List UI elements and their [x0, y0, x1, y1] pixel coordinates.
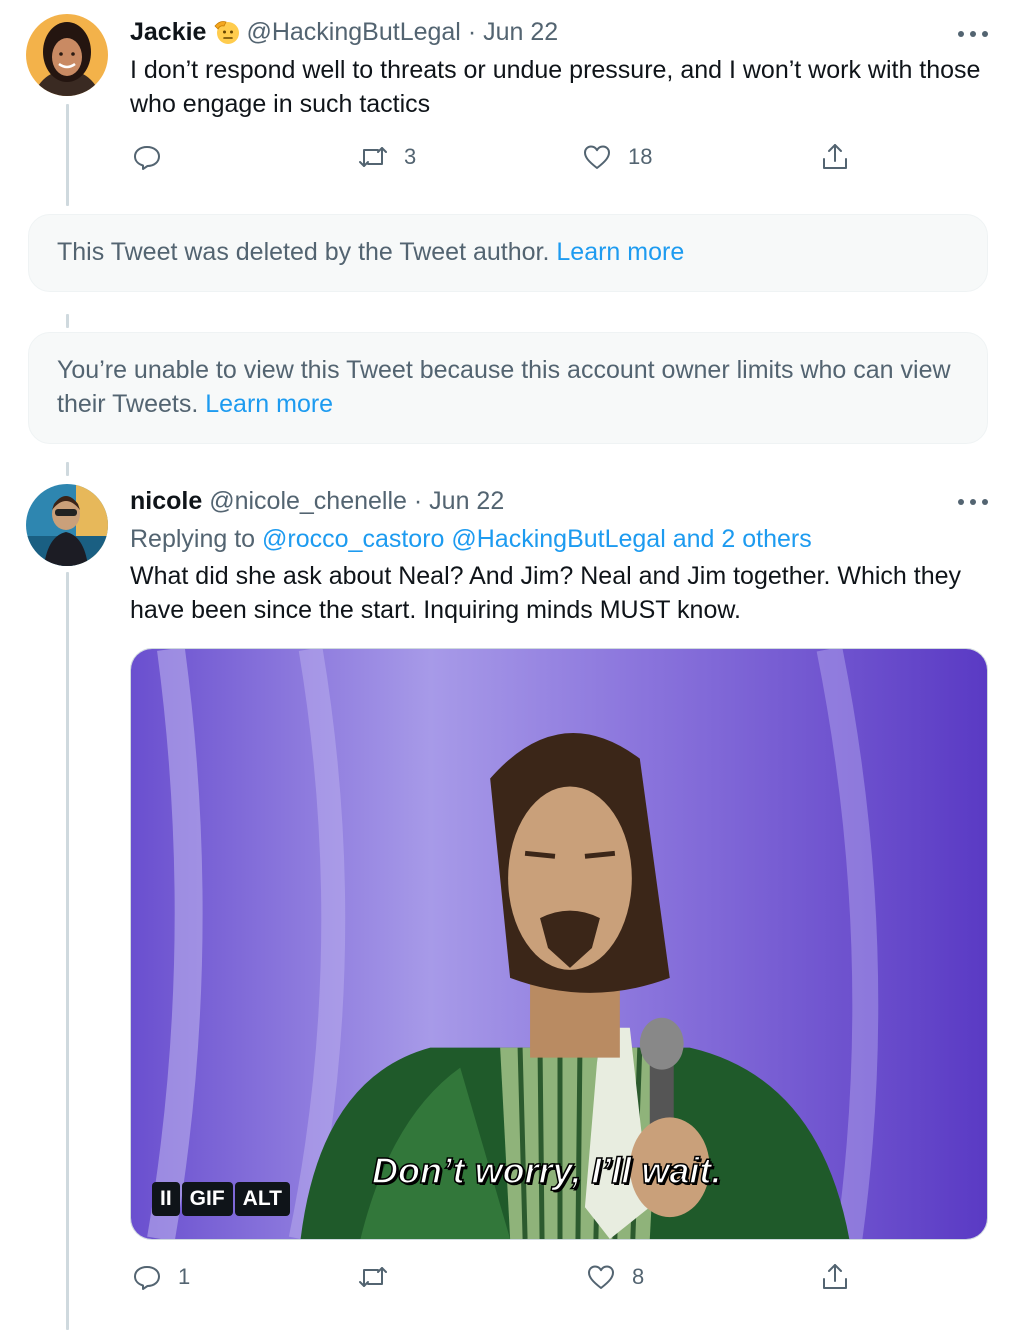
thread-line — [66, 572, 69, 1330]
thread-line — [66, 462, 69, 476]
tweet-header: Jackie @HackingButLegal · Jun 22 — [130, 16, 558, 47]
retweet-icon — [359, 1267, 387, 1287]
deleted-tweet-notice: This Tweet was deleted by the Tweet auth… — [28, 214, 988, 292]
tweet-header: nicole @nicole_chenelle · Jun 22 — [130, 486, 504, 516]
retweet-button[interactable] — [358, 1262, 404, 1292]
display-name[interactable]: nicole — [130, 487, 202, 515]
tweet-date[interactable]: Jun 22 — [483, 18, 558, 46]
reply-count: 1 — [178, 1264, 191, 1289]
heart-icon — [588, 1265, 614, 1289]
replying-to: Replying to @rocco_castoro @HackingButLe… — [130, 524, 812, 554]
like-count: 18 — [628, 144, 653, 169]
retweet-button[interactable]: 3 — [358, 142, 416, 172]
more-options-button[interactable] — [958, 490, 988, 514]
replying-to-label: Replying to — [130, 525, 256, 553]
retweet-count: 3 — [404, 144, 417, 169]
saluting-face-icon — [214, 21, 240, 44]
user-handle[interactable]: @nicole_chenelle — [209, 487, 407, 515]
tweet-text: I don’t respond well to threats or undue… — [130, 56, 981, 118]
user-handle[interactable]: @HackingButLegal — [246, 18, 460, 46]
like-button[interactable]: 18 — [582, 142, 652, 172]
learn-more-link[interactable]: Learn more — [205, 390, 333, 418]
notice-text: This Tweet was deleted by the Tweet auth… — [57, 238, 550, 266]
thread-line — [66, 314, 69, 328]
avatar[interactable] — [26, 14, 108, 96]
gif-controls: II GIF ALT — [152, 1182, 290, 1216]
pause-button[interactable]: II — [152, 1182, 180, 1216]
reply-icon — [134, 146, 160, 170]
tweet-text: What did she ask about Neal? And Jim? Ne… — [130, 562, 962, 624]
like-count: 8 — [632, 1264, 645, 1289]
reply-button[interactable]: 1 — [132, 1262, 190, 1292]
avatar[interactable] — [26, 484, 108, 566]
separator-dot: · — [467, 18, 477, 46]
replying-to-mentions[interactable]: @rocco_castoro @HackingButLegal and 2 ot… — [262, 525, 812, 553]
retweet-icon — [359, 147, 387, 167]
share-icon — [823, 1264, 847, 1289]
thread-line — [66, 104, 69, 206]
gif-badge: GIF — [181, 1182, 233, 1216]
reply-button[interactable] — [132, 142, 178, 172]
learn-more-link[interactable]: Learn more — [556, 238, 684, 266]
more-options-button[interactable] — [958, 22, 988, 46]
gif-caption: Don’t worry, I’ll wait. — [371, 1149, 722, 1192]
separator-dot: · — [413, 487, 423, 515]
reply-icon — [134, 1266, 160, 1290]
tweet-date[interactable]: Jun 22 — [429, 487, 504, 515]
share-button[interactable] — [820, 1262, 850, 1292]
display-name[interactable]: Jackie — [130, 18, 206, 46]
alt-text-button[interactable]: ALT — [234, 1182, 290, 1216]
notice-text: You’re unable to view this Tweet because… — [57, 356, 951, 418]
like-button[interactable]: 8 — [586, 1262, 644, 1292]
protected-tweet-notice: You’re unable to view this Tweet because… — [28, 332, 988, 444]
heart-icon — [584, 145, 610, 169]
share-icon — [823, 144, 847, 169]
share-button[interactable] — [820, 142, 850, 172]
